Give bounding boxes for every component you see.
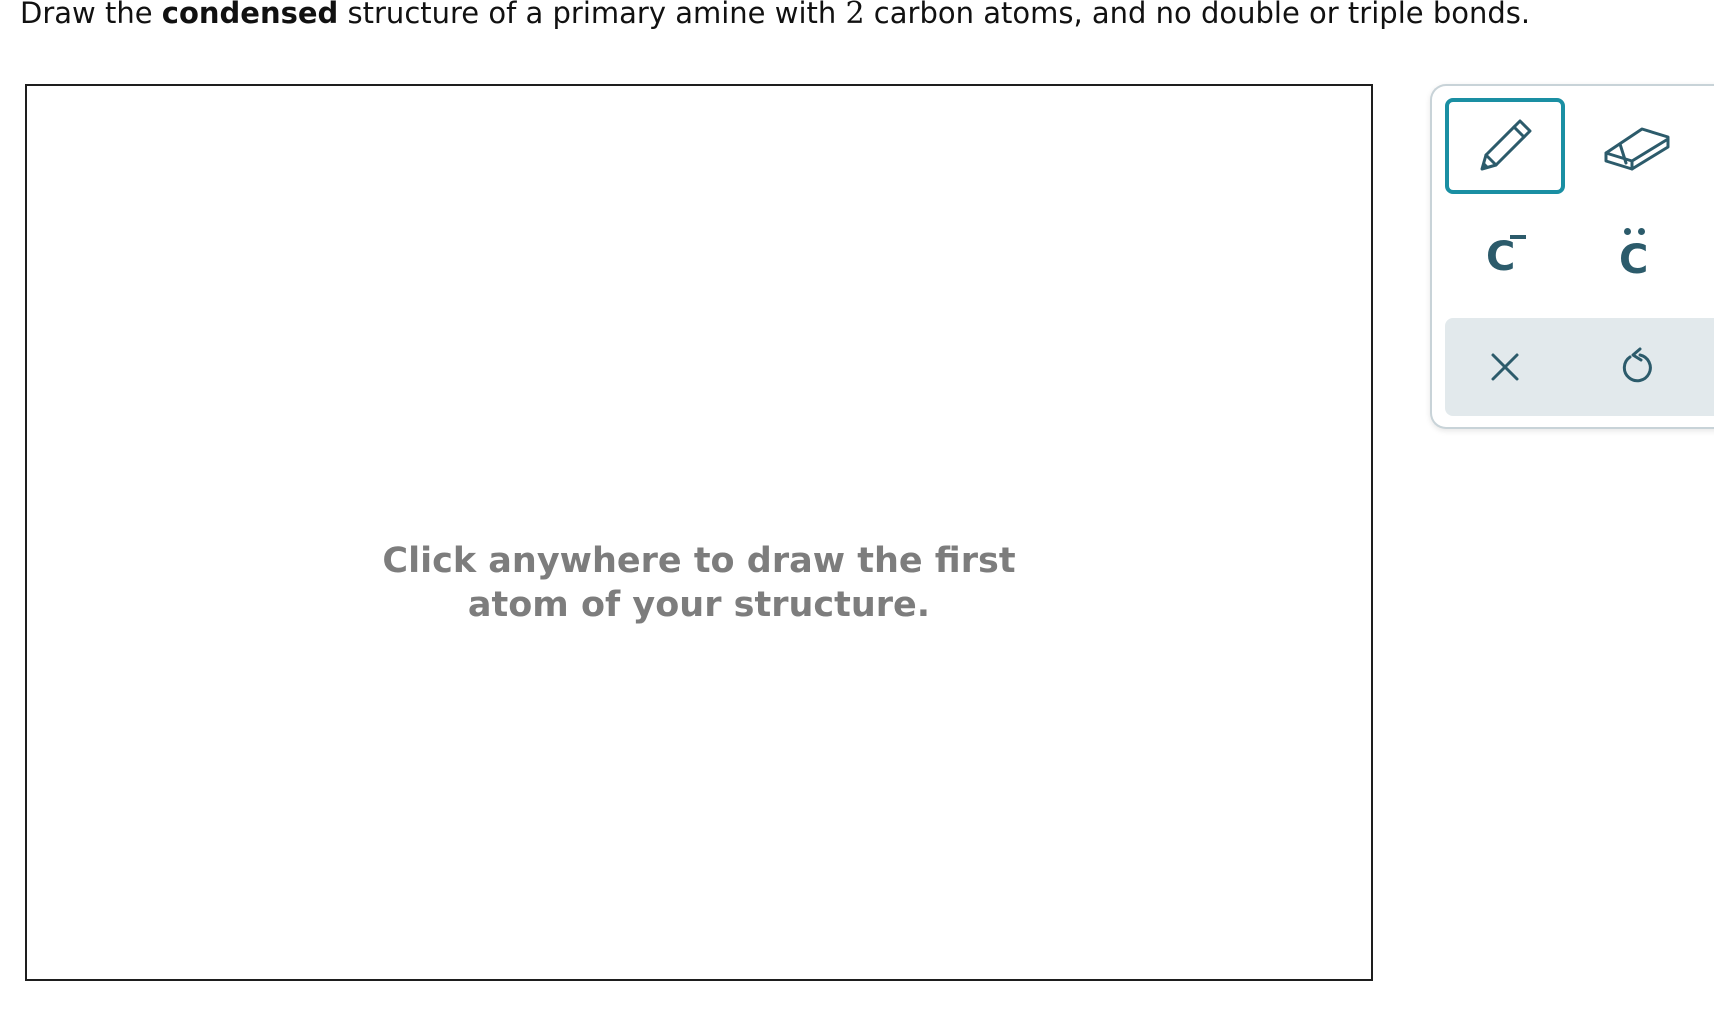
pencil-tool-button[interactable] [1445,98,1565,194]
lone-pair-tool-button[interactable]: C [1576,206,1696,302]
prompt-bold-word: condensed [161,0,339,30]
prompt-text-before: Draw the [20,0,162,30]
placeholder-line-2: atom of your structure. [467,585,931,625]
prompt-text-middle: structure of a primary amine with [338,0,846,30]
dot-right [1638,228,1645,235]
eraser-tool-button[interactable] [1576,98,1696,194]
lone-pair-icon: C [1611,226,1661,282]
undo-icon [1616,345,1656,389]
clear-icon [1485,347,1525,387]
drawing-toolbar: C C [1430,84,1714,429]
dot-left [1624,228,1631,235]
action-bar [1445,318,1714,416]
question-prompt: Draw the condensed structure of a primar… [20,0,1530,33]
undo-button[interactable] [1576,319,1696,415]
canvas-placeholder: Click anywhere to draw the first atom of… [27,539,1371,627]
charge-icon: C [1480,229,1530,279]
pencil-icon [1470,111,1540,181]
eraser-icon [1598,111,1674,181]
minus-sign [1510,235,1526,239]
prompt-number: 2 [845,0,865,31]
drawing-canvas[interactable]: Click anywhere to draw the first atom of… [25,84,1373,981]
charge-tool-button[interactable]: C [1445,206,1565,302]
prompt-text-after: carbon atoms, and no double or triple bo… [864,0,1531,30]
placeholder-line-1: Click anywhere to draw the first [382,541,1016,581]
clear-button[interactable] [1445,319,1565,415]
